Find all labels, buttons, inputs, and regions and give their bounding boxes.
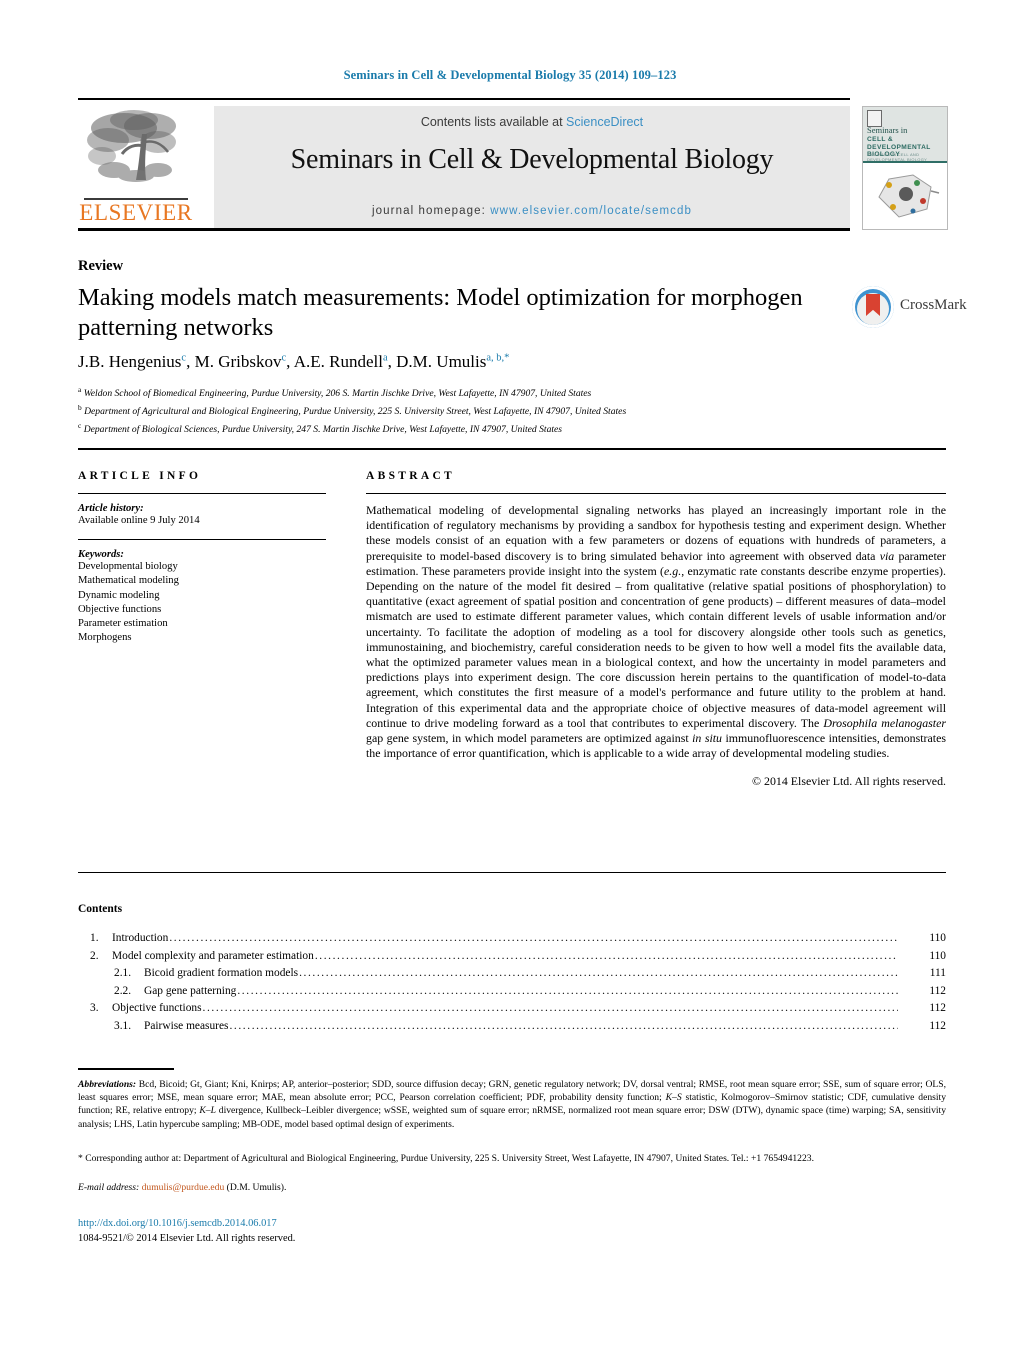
elsevier-tree-icon [84,106,188,198]
info-section-top-rule [78,448,946,450]
article-history-label: Article history: [78,503,144,514]
running-head: Seminars in Cell & Developmental Biology… [343,68,677,82]
abbreviations-text: Bcd, Bicoid; Gt, Giant; Kni, Knirps; AP,… [78,1079,947,1130]
corresponding-author-note: * Corresponding author at: Department of… [78,1153,814,1164]
abstract-bottom-rule [78,872,946,873]
journal-title: Seminars in Cell & Developmental Biology [290,144,774,175]
article-info-heading: ARTICLE INFO [78,470,202,482]
toc-entry-page: 110 [929,949,946,962]
keyword-item: Objective functions [78,603,162,615]
toc-dot-leader: ........................................… [237,984,898,997]
abstract-rule [366,493,946,494]
toc-entry-page: 111 [929,967,946,980]
toc-entry-label[interactable]: Gap gene patterning [144,985,236,997]
crossmark-label: CrossMark [900,297,967,313]
contents-available-line: Contents lists available at ScienceDirec… [214,115,850,129]
article-info-column: ARTICLE INFO Article history: Available … [78,470,346,645]
email-owner: (D.M. Umulis). [226,1182,287,1193]
abstract-heading: ABSTRACT [366,470,456,482]
doi-link[interactable]: http://dx.doi.org/10.1016/j.semcdb.2014.… [78,1218,277,1229]
abbreviations-note: Abbreviations: Bcd, Bicoid; Gt, Giant; K… [78,1078,946,1131]
toc-dot-leader: ........................................… [169,932,898,944]
contents-available-text: Contents lists available at [420,115,567,129]
sciencedirect-link[interactable]: ScienceDirect [566,115,643,129]
toc-entry-label[interactable]: Bicoid gradient formation models [144,967,298,979]
toc-entry[interactable]: 2. Model complexity and parameter estimat… [78,950,946,968]
toc-entry-number: 2. [90,949,99,962]
affiliation-item: c Department of Biological Sciences, Pur… [78,419,908,437]
toc-dot-leader: ........................................… [202,1002,898,1015]
journal-homepage-link[interactable]: www.elsevier.com/locate/semcdb [490,205,692,217]
affiliation-list: a Weldon School of Biomedical Engineerin… [78,383,908,436]
journal-article-first-page: Seminars in Cell & Developmental Biology… [0,0,1020,1351]
toc-entry[interactable]: 3. Objective functions...................… [78,1002,946,1020]
journal-cover-thumbnail[interactable]: Seminars in CELL & DEVELOPMENTAL BIOLOGY… [862,106,948,230]
toc-entry-page: 112 [929,1019,946,1032]
email-link[interactable]: dumulis@purdue.edu [142,1182,225,1193]
affiliation-mark: b [78,402,82,412]
journal-band: Contents lists available at ScienceDirec… [214,106,850,228]
elsevier-wordmark: ELSEVIER [79,200,193,225]
journal-masthead: ELSEVIER Contents lists available at Sci… [78,98,948,231]
affiliation-item: a Weldon School of Biomedical Engineerin… [78,383,908,401]
elsevier-logo: ELSEVIER [78,106,194,228]
toc-entry-page: 112 [929,1002,946,1015]
toc-entry[interactable]: 2.2. Gap gene patterning.................… [78,985,946,1003]
toc-entry-number: 1. [90,932,99,944]
toc-entry-label[interactable]: Objective functions [112,1002,202,1014]
journal-homepage-label: journal homepage: [372,205,491,217]
abstract-column: ABSTRACT Mathematical modeling of develo… [366,470,946,789]
keywords-label: Keywords: [78,549,124,561]
cover-artwork-icon [869,167,941,223]
masthead-bottom-rule [78,228,850,231]
keywords-rule [78,539,326,541]
crossmark-badge[interactable]: CrossMark [852,284,967,332]
contents-heading: Contents [78,903,123,915]
footnote-rule [78,1068,174,1070]
keyword-item: Developmental biology [78,561,178,573]
crossmark-circle-icon [852,286,894,328]
cover-title-line-1: Seminars in [867,125,908,135]
article-type-kicker: Review [78,258,124,274]
keyword-item: Parameter estimation [78,618,168,630]
affiliation-text: Weldon School of Biomedical Engineering,… [83,388,592,400]
toc-entry-label[interactable]: Introduction [112,932,168,944]
toc-entry-label[interactable]: Pairwise measures [144,1020,228,1032]
toc-entry[interactable]: 1. Introduction..........................… [78,932,946,950]
author-list: J.B. Hengeniusc, M. Gribskovc, A.E. Rund… [78,352,510,371]
toc-entry-page: 112 [929,984,946,997]
cover-subtitle: SEMINARS IN CELL AND DEVELOPMENTAL BIOLO… [867,152,928,162]
toc-entry-page: 110 [929,932,946,944]
table-of-contents: 1. Introduction..........................… [78,932,946,1038]
affiliation-mark: c [78,420,82,430]
journal-homepage-line: journal homepage: www.elsevier.com/locat… [214,205,850,217]
masthead-top-rule [78,98,850,100]
toc-entry[interactable]: 2.1. Bicoid gradient formation models....… [78,967,946,985]
abbreviations-label: Abbreviations: [78,1079,137,1090]
issn-copyright-line: 1084-9521/© 2014 Elsevier Ltd. All right… [78,1233,296,1244]
email-note: E-mail address: dumulis@purdue.edu (D.M.… [78,1182,946,1193]
keyword-item: Dynamic modeling [78,589,160,601]
toc-entry[interactable]: 3.1. Pairwise measures...................… [78,1020,946,1038]
toc-entry-label[interactable]: Model complexity and parameter estimatio… [112,950,314,962]
toc-dot-leader: ........................................… [229,1019,898,1032]
article-history-value: Available online 9 July 2014 [78,515,200,526]
article-info-rule [78,493,326,494]
toc-dot-leader: ........................................… [314,949,898,962]
affiliation-item: b Department of Agricultural and Biologi… [78,401,908,419]
toc-dot-leader: ........................................… [299,967,898,980]
toc-entry-number: 2.1. [114,967,132,980]
affiliation-text: Department of Biological Sciences, Purdu… [83,423,563,435]
page-title: Making models match measurements: Model … [78,284,803,341]
affiliation-text: Department of Agricultural and Biologica… [84,405,627,417]
keyword-item: Morphogens [78,632,132,644]
affiliation-mark: a [78,385,82,394]
toc-entry-number: 3.1. [114,1019,132,1032]
toc-entry-number: 2.2. [114,984,132,997]
keyword-item: Mathematical modeling [78,575,179,587]
abstract-body: Mathematical modeling of developmental s… [366,503,947,761]
abstract-copyright: © 2014 Elsevier Ltd. All rights reserved… [752,774,946,789]
email-label: E-mail address: [78,1182,140,1193]
toc-entry-number: 3. [90,1002,99,1015]
